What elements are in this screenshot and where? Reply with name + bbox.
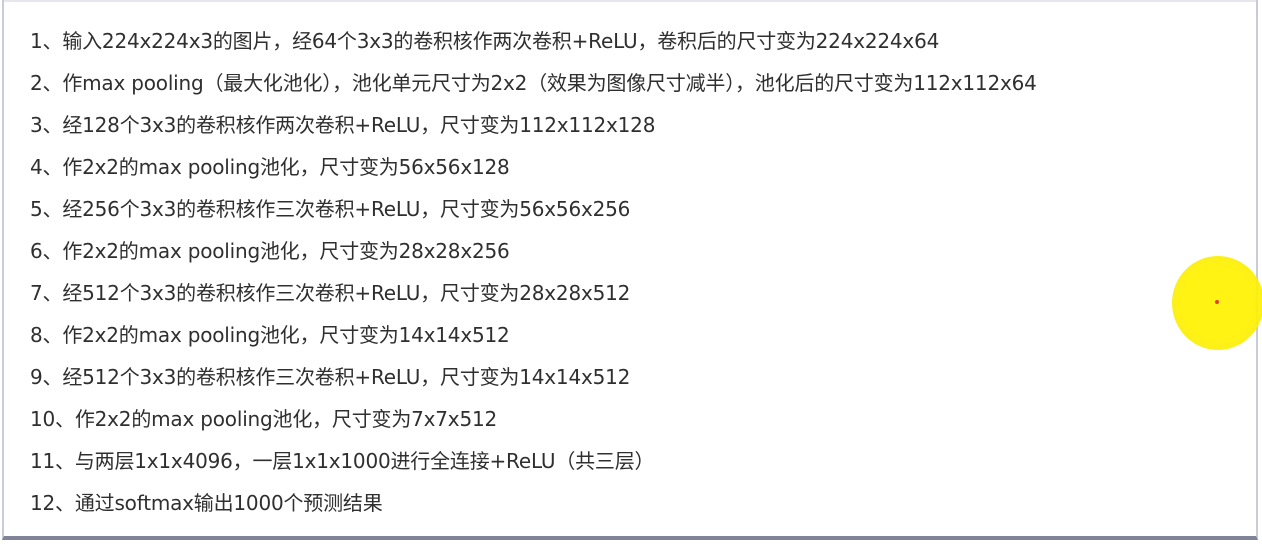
cursor-pointer-icon — [1215, 300, 1219, 304]
step-item-3: 3、经128个3x3的卷积核作两次卷积+ReLU，尺寸变为112x112x128 — [30, 113, 656, 137]
step-list: 1、输入224x224x3的图片，经64个3x3的卷积核作两次卷积+ReLU，卷… — [30, 22, 1037, 526]
step-item-8: 8、作2x2的max pooling池化，尺寸变为14x14x512 — [30, 323, 510, 347]
step-item-12: 12、通过softmax输出1000个预测结果 — [30, 491, 383, 515]
step-item-5: 5、经256个3x3的卷积核作三次卷积+ReLU，尺寸变为56x56x256 — [30, 197, 631, 221]
step-item-2: 2、作max pooling（最大化池化），池化单元尺寸为2x2（效果为图像尺寸… — [30, 71, 1037, 95]
step-item-11: 11、与两层1x1x4096，一层1x1x1000进行全连接+ReLU（共三层） — [30, 449, 655, 473]
step-item-4: 4、作2x2的max pooling池化，尺寸变为56x56x128 — [30, 155, 510, 179]
top-edge — [4, 0, 1256, 2]
step-item-10: 10、作2x2的max pooling池化，尺寸变为7x7x512 — [30, 407, 498, 431]
step-item-7: 7、经512个3x3的卷积核作三次卷积+ReLU，尺寸变为28x28x512 — [30, 281, 631, 305]
slide-frame: 1、输入224x224x3的图片，经64个3x3的卷积核作两次卷积+ReLU，卷… — [2, 0, 1258, 540]
step-item-6: 6、作2x2的max pooling池化，尺寸变为28x28x256 — [30, 239, 510, 263]
step-item-9: 9、经512个3x3的卷积核作三次卷积+ReLU，尺寸变为14x14x512 — [30, 365, 631, 389]
cursor-highlight-icon — [1172, 256, 1262, 350]
step-item-1: 1、输入224x224x3的图片，经64个3x3的卷积核作两次卷积+ReLU，卷… — [30, 29, 940, 53]
